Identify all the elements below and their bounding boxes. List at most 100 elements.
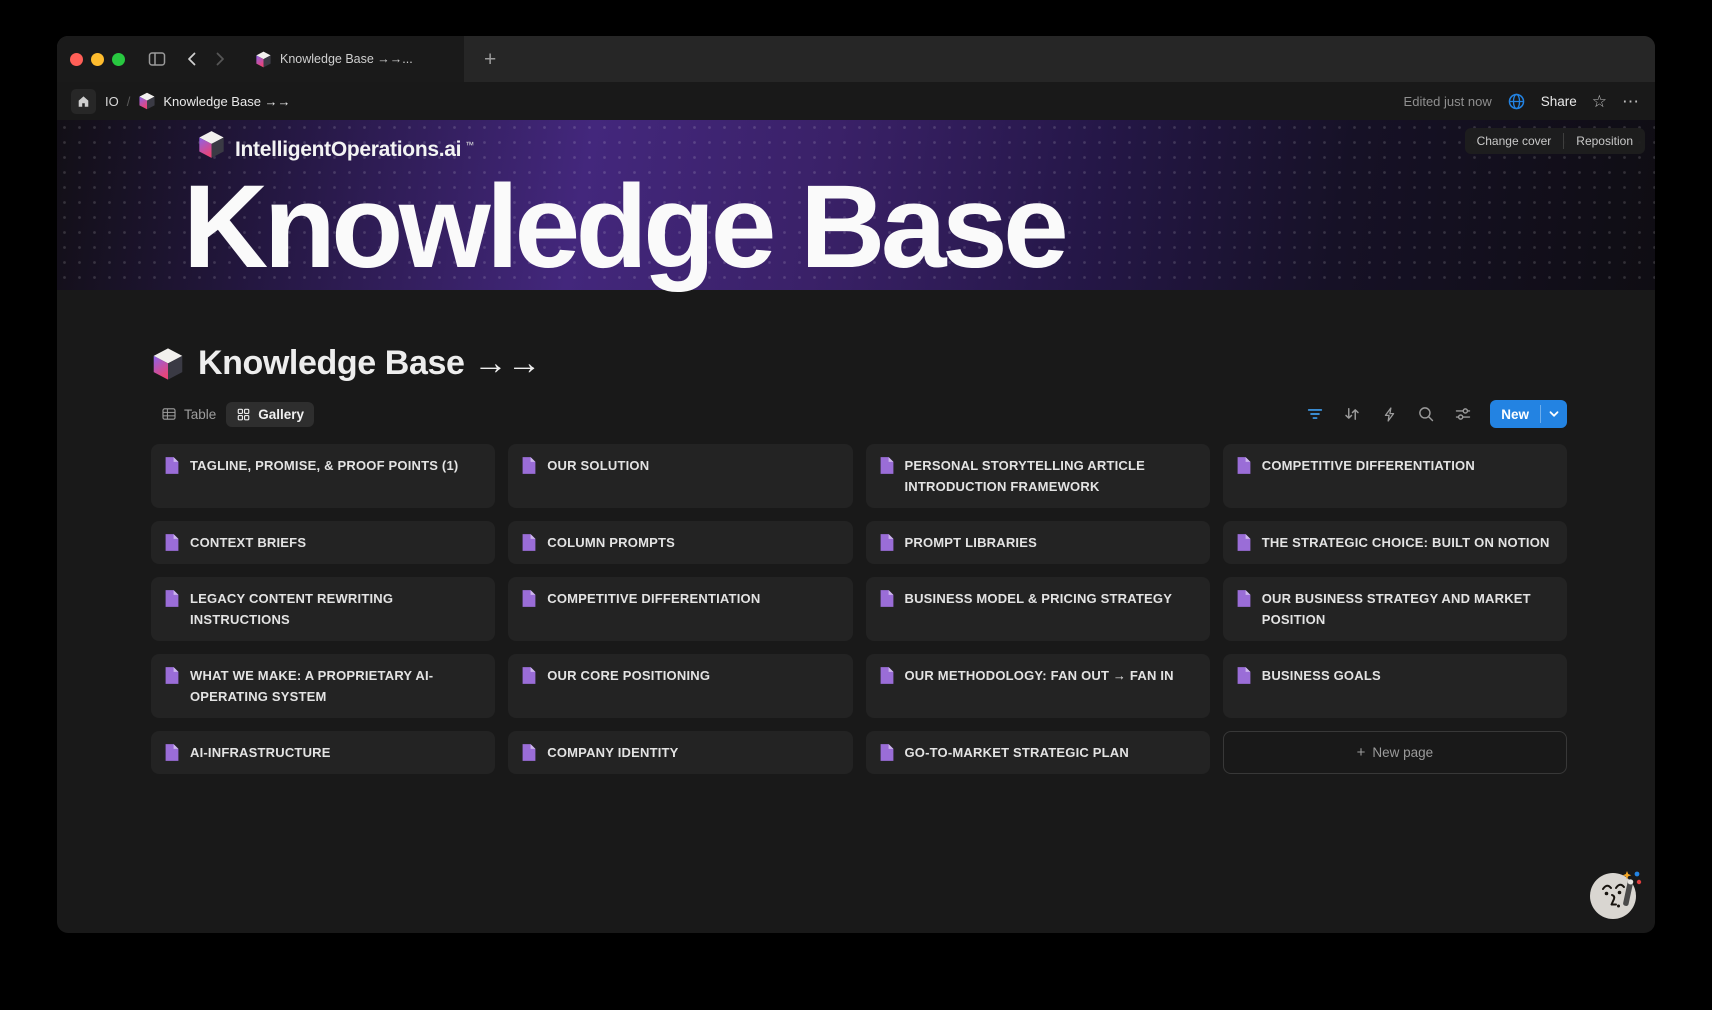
gallery-card[interactable]: LEGACY CONTENT REWRITING INSTRUCTIONS	[151, 577, 495, 641]
card-title: OUR BUSINESS STRATEGY AND MARKET POSITIO…	[1262, 588, 1554, 630]
reposition-button[interactable]: Reposition	[1564, 128, 1645, 154]
page-icon	[521, 743, 537, 762]
card-title: WHAT WE MAKE: A PROPRIETARY AI-OPERATING…	[190, 665, 482, 707]
page-icon	[521, 589, 537, 608]
gallery-card[interactable]: COMPANY IDENTITY	[508, 731, 852, 774]
card-title: BUSINESS GOALS	[1262, 665, 1381, 686]
chevron-down-icon[interactable]	[1541, 400, 1567, 428]
breadcrumb-workspace[interactable]: IO	[105, 94, 119, 109]
new-button[interactable]: New	[1490, 400, 1540, 428]
breadcrumb-page[interactable]: Knowledge Base →→	[138, 92, 290, 110]
gallery-card[interactable]: AI-INFRASTRUCTURE	[151, 731, 495, 774]
gallery-view-label: Gallery	[258, 407, 304, 422]
forward-icon[interactable]	[211, 50, 229, 68]
card-title: COMPETITIVE DIFFERENTIATION	[547, 588, 760, 609]
page-icon	[164, 743, 180, 762]
card-title: COLUMN PROMPTS	[547, 532, 675, 553]
page-cover[interactable]: IntelligentOperations.ai™ Knowledge Base…	[57, 120, 1655, 290]
tab-strip: Knowledge Base →→... +	[57, 36, 1655, 82]
card-title: TAGLINE, PROMISE, & PROOF POINTS (1)	[190, 455, 458, 476]
app-window: Knowledge Base →→... + IO / Knowledge Ba…	[57, 36, 1655, 933]
share-button[interactable]: Share	[1541, 94, 1577, 109]
card-title: COMPETITIVE DIFFERENTIATION	[1262, 455, 1475, 476]
page-icon	[879, 743, 895, 762]
cube-icon	[255, 51, 272, 68]
page-icon	[1236, 589, 1252, 608]
gallery-card[interactable]: COLUMN PROMPTS	[508, 521, 852, 564]
page-title[interactable]: Knowledge Base →→	[198, 344, 541, 383]
notion-ai-button[interactable]	[1587, 867, 1645, 921]
plus-icon: +	[1357, 745, 1366, 760]
gallery-card[interactable]: BUSINESS MODEL & PRICING STRATEGY	[866, 577, 1210, 641]
sort-icon[interactable]	[1339, 401, 1365, 427]
breadcrumb-separator: /	[127, 94, 131, 109]
card-title: LEGACY CONTENT REWRITING INSTRUCTIONS	[190, 588, 482, 630]
tab-table-view[interactable]: Table	[151, 401, 226, 427]
view-settings-icon[interactable]	[1450, 401, 1476, 427]
table-icon	[161, 406, 177, 422]
new-button-group: New	[1490, 400, 1567, 428]
page-icon	[879, 456, 895, 475]
minimize-window-button[interactable]	[91, 53, 104, 66]
page-icon	[521, 533, 537, 552]
gallery-card[interactable]: OUR CORE POSITIONING	[508, 654, 852, 718]
card-title: OUR SOLUTION	[547, 455, 649, 476]
card-title: COMPANY IDENTITY	[547, 742, 678, 763]
gallery-card[interactable]: PROMPT LIBRARIES	[866, 521, 1210, 564]
desktop-background: Knowledge Base →→... + IO / Knowledge Ba…	[0, 0, 1712, 1010]
card-title: PERSONAL STORYTELLING ARTICLE INTRODUCTI…	[905, 455, 1197, 497]
company-logo: IntelligentOperations.ai™	[197, 130, 474, 165]
more-options-icon[interactable]: ⋯	[1622, 93, 1639, 110]
search-icon[interactable]	[1413, 401, 1439, 427]
breadcrumb-bar: IO / Knowledge Base →→ Edited just now S…	[57, 82, 1655, 120]
change-cover-button[interactable]: Change cover	[1465, 128, 1564, 154]
tab-knowledge-base[interactable]: Knowledge Base →→...	[255, 51, 413, 68]
filter-icon[interactable]	[1302, 401, 1328, 427]
view-switcher-row: Table Gallery	[151, 399, 1567, 429]
gallery-card[interactable]: OUR SOLUTION	[508, 444, 852, 508]
gallery-card[interactable]: PERSONAL STORYTELLING ARTICLE INTRODUCTI…	[866, 444, 1210, 508]
page-header: Knowledge Base →→	[151, 344, 1567, 383]
cover-buttons: Change cover Reposition	[1465, 128, 1645, 154]
automation-bolt-icon[interactable]	[1376, 401, 1402, 427]
gallery-card[interactable]: COMPETITIVE DIFFERENTIATION	[1223, 444, 1567, 508]
gallery-card[interactable]: OUR BUSINESS STRATEGY AND MARKET POSITIO…	[1223, 577, 1567, 641]
card-title: AI-INFRASTRUCTURE	[190, 742, 331, 763]
gallery-icon	[236, 407, 251, 422]
page-cube-icon[interactable]	[151, 347, 185, 381]
trademark-symbol: ™	[465, 140, 474, 150]
gallery-card[interactable]: COMPETITIVE DIFFERENTIATION	[508, 577, 852, 641]
close-window-button[interactable]	[70, 53, 83, 66]
new-tab-button[interactable]: +	[484, 49, 496, 70]
sidebar-toggle-icon[interactable]	[147, 49, 167, 69]
favorite-star-icon[interactable]: ☆	[1592, 93, 1607, 110]
back-icon[interactable]	[183, 50, 201, 68]
new-page-button[interactable]: + New page	[1223, 731, 1567, 774]
gallery-card[interactable]: THE STRATEGIC CHOICE: BUILT ON NOTION	[1223, 521, 1567, 564]
card-title: THE STRATEGIC CHOICE: BUILT ON NOTION	[1262, 532, 1550, 553]
page-icon	[1236, 533, 1252, 552]
gallery-card[interactable]: OUR METHODOLOGY: FAN OUT → FAN IN	[866, 654, 1210, 718]
card-title: CONTEXT BRIEFS	[190, 532, 306, 553]
page-icon	[879, 533, 895, 552]
card-title: PROMPT LIBRARIES	[905, 532, 1037, 553]
gallery-card[interactable]: WHAT WE MAKE: A PROPRIETARY AI-OPERATING…	[151, 654, 495, 718]
table-view-label: Table	[184, 407, 216, 422]
gallery-card[interactable]: CONTEXT BRIEFS	[151, 521, 495, 564]
page-icon	[164, 456, 180, 475]
gallery-card[interactable]: TAGLINE, PROMISE, & PROOF POINTS (1)	[151, 444, 495, 508]
gallery-card[interactable]: BUSINESS GOALS	[1223, 654, 1567, 718]
cube-icon	[197, 130, 226, 159]
home-icon[interactable]	[71, 89, 96, 114]
window-controls-area: Knowledge Base →→...	[57, 36, 464, 82]
zoom-window-button[interactable]	[112, 53, 125, 66]
gallery-grid: TAGLINE, PROMISE, & PROOF POINTS (1) OUR…	[151, 444, 1567, 774]
card-title: BUSINESS MODEL & PRICING STRATEGY	[905, 588, 1173, 609]
card-title: OUR METHODOLOGY: FAN OUT → FAN IN	[905, 665, 1174, 686]
globe-icon[interactable]	[1507, 92, 1526, 111]
breadcrumb-page-title: Knowledge Base →→	[163, 94, 290, 109]
gallery-card[interactable]: GO-TO-MARKET STRATEGIC PLAN	[866, 731, 1210, 774]
page-icon	[879, 666, 895, 685]
card-title: OUR CORE POSITIONING	[547, 665, 710, 686]
tab-gallery-view[interactable]: Gallery	[226, 402, 314, 427]
